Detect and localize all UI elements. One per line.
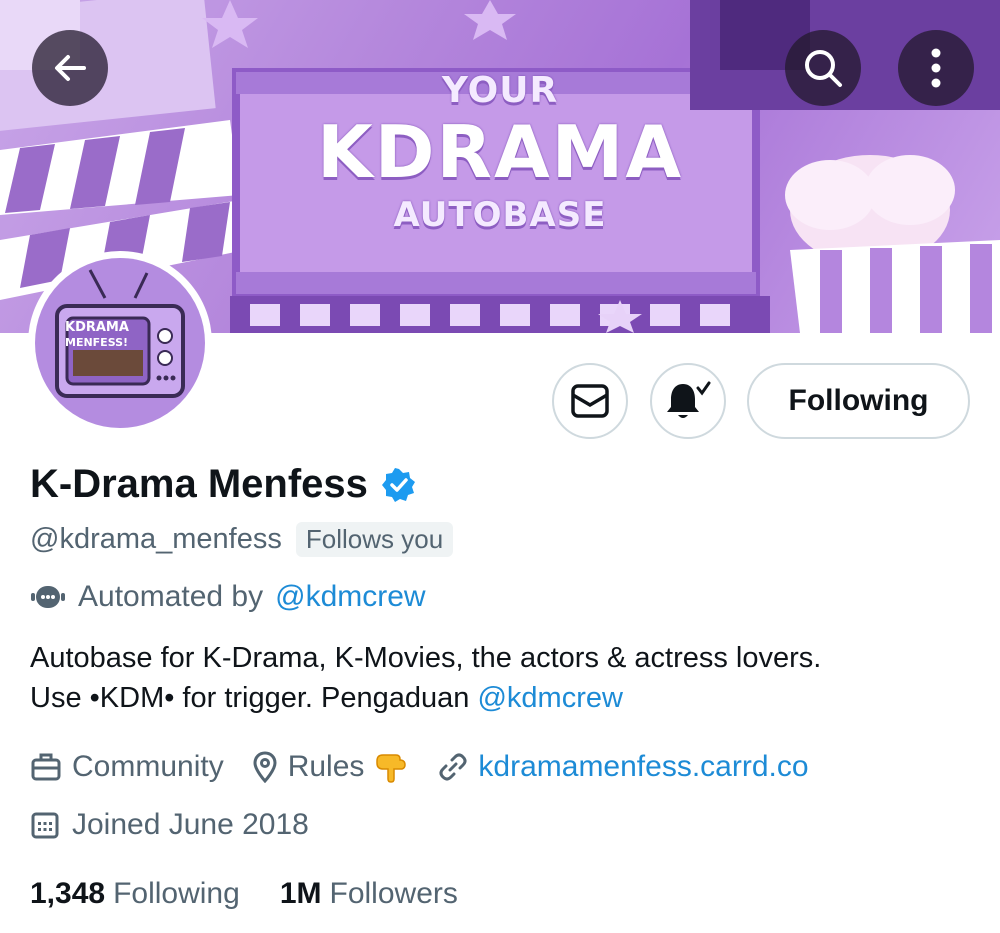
- avatar[interactable]: KDRAMA MENFESS!: [28, 251, 212, 435]
- avatar-logo-line1: KDRAMA: [65, 320, 129, 335]
- back-button[interactable]: [32, 30, 108, 106]
- location-item: Rules: [252, 750, 411, 784]
- calendar-icon: [31, 812, 59, 839]
- more-options-button[interactable]: [898, 30, 974, 106]
- handle-row: @kdrama_menfess Follows you: [30, 522, 454, 557]
- avatar-logo-line2: MENFESS!: [65, 336, 129, 349]
- website-link[interactable]: kdramamenfess.carrd.co: [478, 750, 808, 784]
- followers-label: Followers: [329, 877, 458, 910]
- verified-badge-icon[interactable]: [381, 467, 416, 502]
- profile-bio: Autobase for K-Drama, K-Movies, the acto…: [30, 638, 980, 718]
- search-button[interactable]: [785, 30, 861, 106]
- banner-line-your: YOUR: [441, 70, 559, 111]
- profile-name-row: K-Drama Menfess: [30, 462, 416, 507]
- following-stat[interactable]: 1,348 Following: [30, 877, 240, 911]
- joined-date-row: Joined June 2018: [30, 808, 309, 842]
- bell-check-icon: [667, 381, 711, 418]
- website-item[interactable]: kdramamenfess.carrd.co: [438, 750, 809, 784]
- following-button[interactable]: Following: [747, 363, 970, 439]
- automated-by-link[interactable]: @kdmcrew: [275, 580, 425, 614]
- follows-you-badge: Follows you: [295, 522, 454, 557]
- more-vertical-icon: [931, 48, 941, 88]
- message-button[interactable]: [552, 363, 628, 439]
- briefcase-icon: [31, 753, 61, 781]
- link-icon: [439, 753, 467, 781]
- joined-text: Joined June 2018: [72, 808, 309, 841]
- followers-count: 1M: [279, 877, 322, 910]
- bio-line-1: Autobase for K-Drama, K-Movies, the acto…: [30, 642, 822, 674]
- followers-stat[interactable]: 1M Followers: [280, 877, 458, 911]
- banner-title: YOUR KDRAMA AUTOBASE: [240, 70, 760, 235]
- bot-icon: [31, 586, 65, 608]
- profile-meta-row: Community Rules kdramamenfess.carrd.co: [30, 750, 837, 784]
- bio-line-2: Use •KDM• for trigger. Pengaduan @kdmcre…: [30, 678, 980, 718]
- category-item: Community: [30, 750, 224, 784]
- following-label: Following: [113, 877, 240, 910]
- avatar-image: KDRAMA MENFESS!: [35, 258, 205, 428]
- bio-mention-link[interactable]: @kdmcrew: [477, 682, 622, 714]
- envelope-icon: [571, 384, 609, 418]
- following-count: 1,348: [30, 877, 106, 910]
- follow-stats: 1,348 Following 1M Followers: [30, 877, 498, 911]
- avatar-logo-text: KDRAMA MENFESS!: [57, 320, 173, 350]
- bio-line-2-text: Use •KDM• for trigger. Pengaduan: [30, 682, 470, 714]
- automated-by-text: Automated by: [78, 580, 264, 613]
- arrow-left-icon: [55, 55, 86, 81]
- search-icon: [805, 50, 842, 87]
- notifications-button[interactable]: [650, 363, 726, 439]
- pointing-down-emoji-icon: [376, 754, 407, 783]
- location-pin-icon: [253, 751, 277, 783]
- category-text: Community: [72, 750, 224, 783]
- automated-label-row: Automated by @kdmcrew: [30, 580, 426, 614]
- profile-handle: @kdrama_menfess: [30, 523, 282, 555]
- location-text: Rules: [287, 750, 365, 783]
- display-name: K-Drama Menfess: [30, 462, 368, 506]
- banner-line-autobase: AUTOBASE: [393, 195, 607, 235]
- banner-line-kdrama: KDRAMA: [316, 110, 684, 194]
